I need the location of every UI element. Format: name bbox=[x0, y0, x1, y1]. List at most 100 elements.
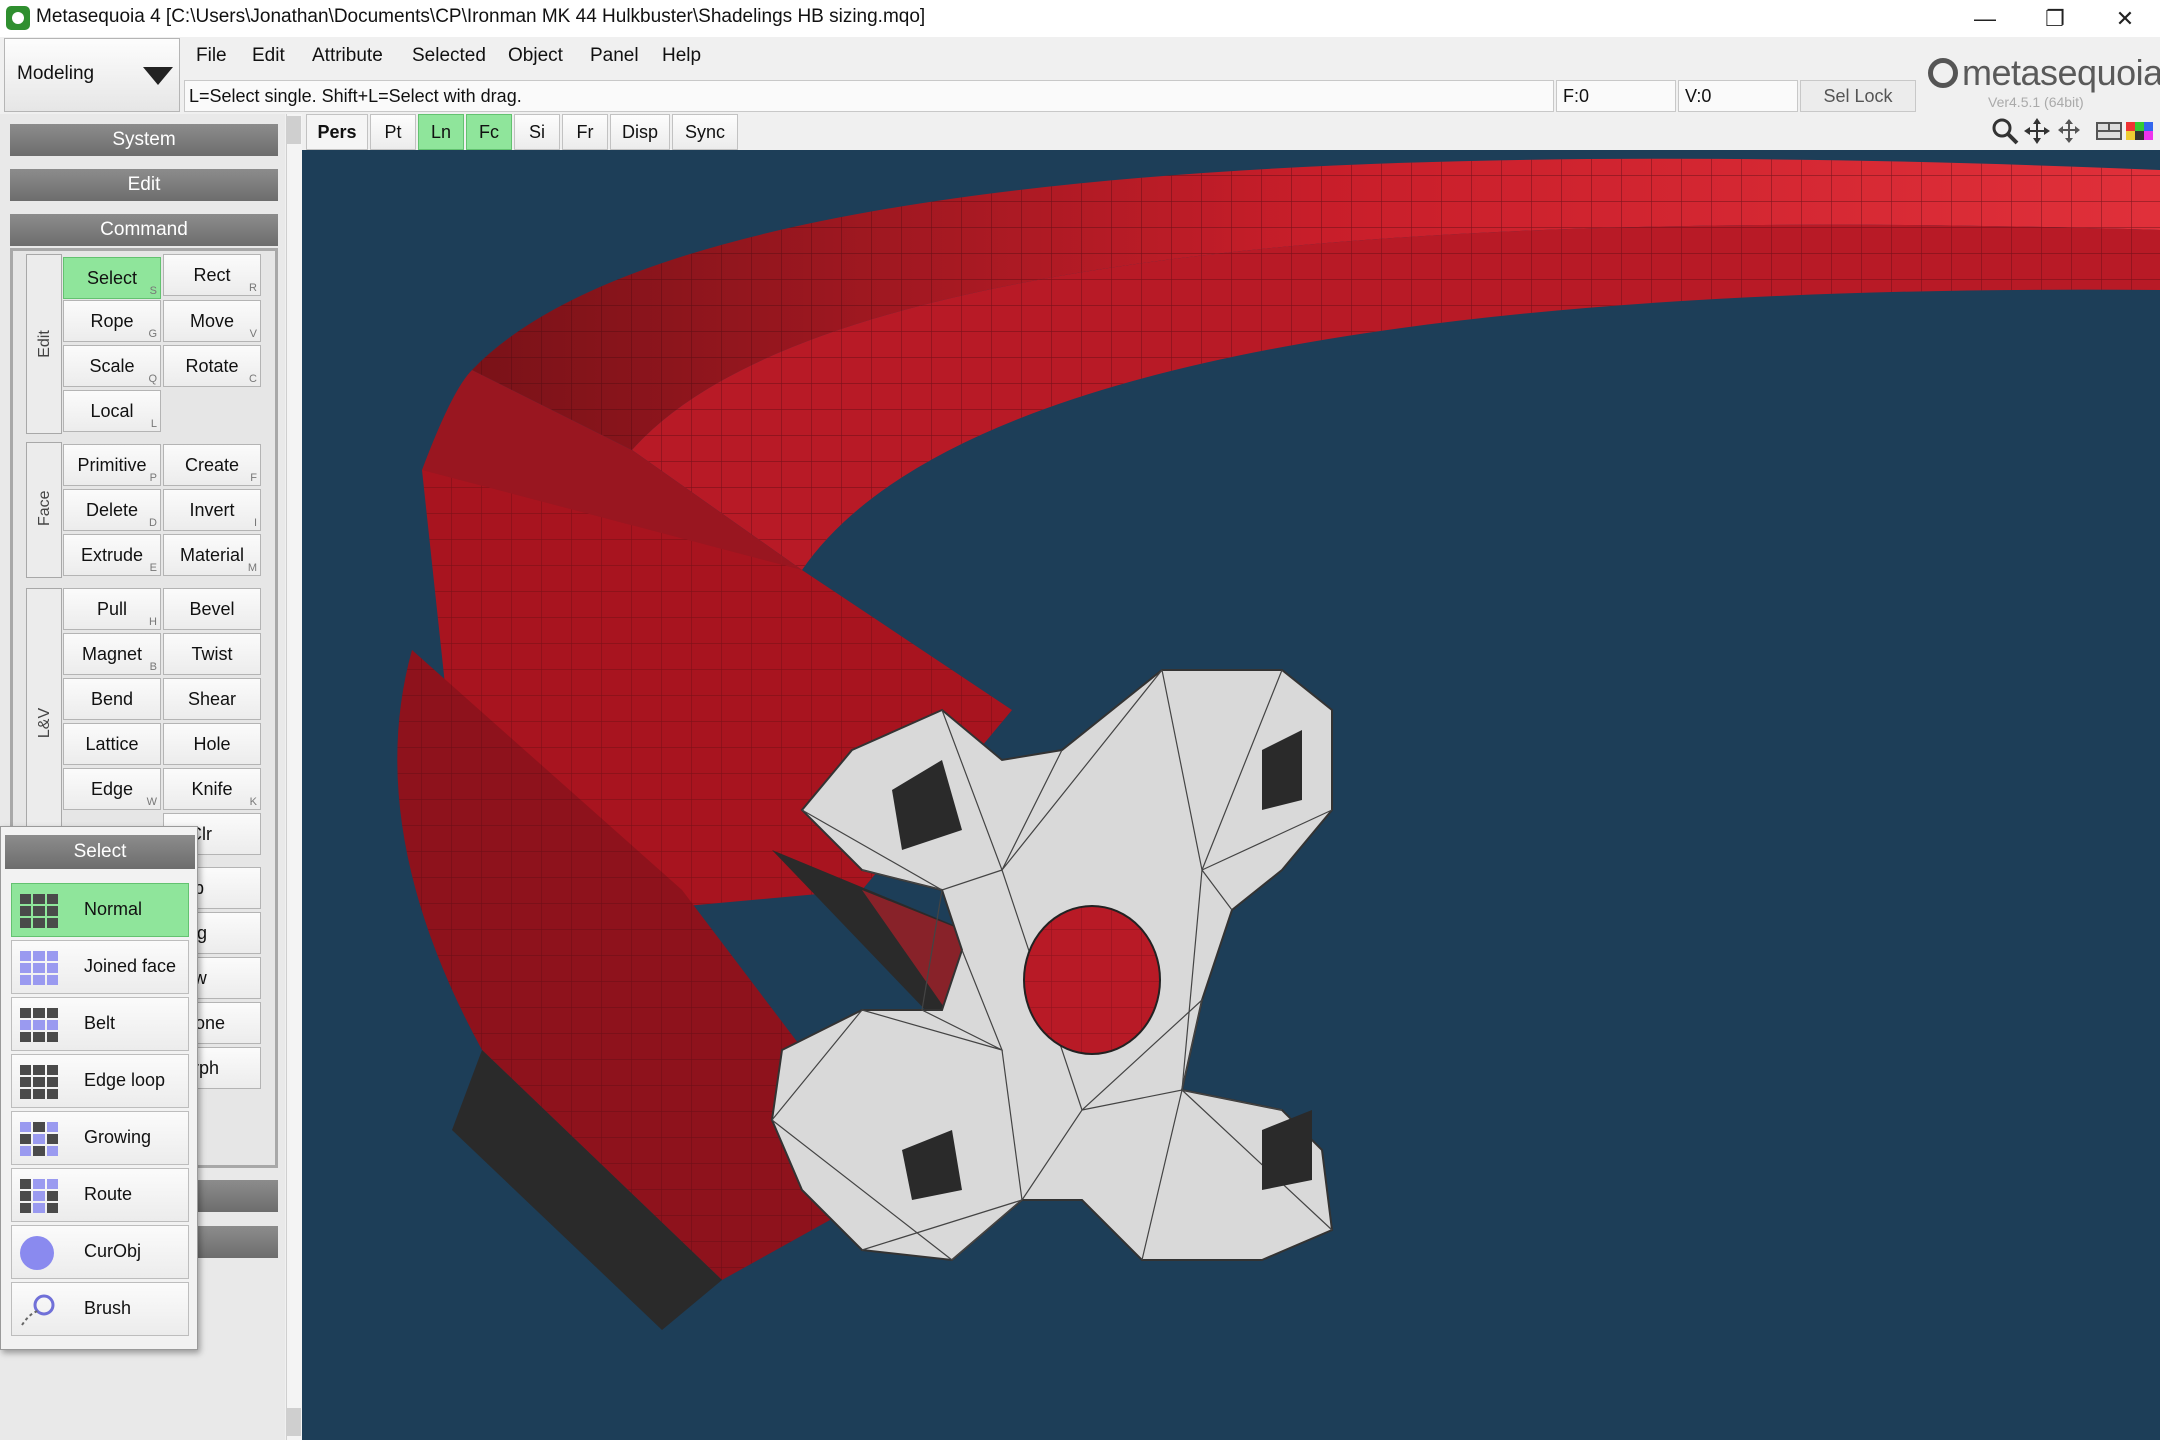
brush-icon bbox=[20, 1293, 58, 1327]
route-icon bbox=[20, 1179, 58, 1213]
mode-dropdown[interactable]: Modeling bbox=[4, 38, 180, 112]
menu-selected[interactable]: Selected bbox=[398, 38, 500, 74]
pan-icon[interactable] bbox=[2022, 116, 2052, 146]
option-label: Growing bbox=[84, 1127, 152, 1147]
select-command-button[interactable]: Select S bbox=[63, 257, 161, 299]
color-palette-icon[interactable] bbox=[2124, 116, 2156, 146]
extrude-command-button[interactable]: Extrude E bbox=[63, 534, 161, 576]
rotate-command-button[interactable]: Rotate C bbox=[163, 345, 261, 387]
growing-grid-icon bbox=[20, 1122, 58, 1156]
hotkey-label: B bbox=[149, 661, 157, 673]
window-title: Metasequoia 4 [C:\Users\Jonathan\Documen… bbox=[36, 6, 926, 27]
scroll-up-arrow-icon[interactable] bbox=[287, 116, 301, 144]
delete-command-button[interactable]: Delete D bbox=[63, 489, 161, 531]
select-joined-face-option[interactable]: Joined face bbox=[11, 940, 189, 994]
menu-object[interactable]: Object bbox=[494, 38, 577, 74]
front-toggle[interactable]: Fr bbox=[562, 114, 608, 150]
create-command-button[interactable]: Create F bbox=[163, 444, 261, 486]
command-label: Create bbox=[184, 455, 240, 475]
menu-bar: File Edit Attribute Selected Object Pane… bbox=[182, 38, 1722, 74]
option-label: Edge loop bbox=[84, 1070, 166, 1090]
select-edge-loop-option[interactable]: Edge loop bbox=[11, 1054, 189, 1108]
menu-file[interactable]: File bbox=[182, 38, 241, 74]
bend-command-button[interactable]: Bend bbox=[63, 678, 161, 720]
local-command-button[interactable]: Local L bbox=[63, 390, 161, 432]
command-label: Delete bbox=[85, 500, 139, 520]
display-button[interactable]: Disp bbox=[610, 114, 670, 150]
command-label: Pull bbox=[96, 599, 127, 619]
command-label: Invert bbox=[189, 500, 235, 520]
close-button[interactable]: ✕ bbox=[2090, 0, 2160, 37]
vertex-count: V:0 bbox=[1678, 80, 1798, 112]
command-label: Shear bbox=[187, 689, 237, 709]
select-belt-option[interactable]: Belt bbox=[11, 997, 189, 1051]
face-group: Face bbox=[26, 442, 62, 578]
menu-edit[interactable]: Edit bbox=[238, 38, 299, 74]
option-label: CurObj bbox=[84, 1241, 142, 1261]
system-section-header[interactable]: System bbox=[10, 124, 278, 156]
pull-command-button[interactable]: Pull H bbox=[63, 588, 161, 630]
edge-command-button[interactable]: Edge W bbox=[63, 768, 161, 810]
hotkey-label: L bbox=[150, 418, 157, 430]
hotkey-label: I bbox=[253, 517, 257, 529]
status-bar: L=Select single. Shift+L=Select with dra… bbox=[184, 80, 1554, 112]
perspective-toggle[interactable]: Pers bbox=[306, 114, 368, 150]
lv-group-label: L&V bbox=[36, 707, 53, 739]
hole-command-button[interactable]: Hole bbox=[163, 723, 261, 765]
lines-toggle[interactable]: Ln bbox=[418, 114, 464, 150]
mesh-render bbox=[397, 158, 2160, 1330]
current-object-icon bbox=[20, 1236, 54, 1270]
rect-command-button[interactable]: Rect R bbox=[163, 254, 261, 296]
select-brush-option[interactable]: Brush bbox=[11, 1282, 189, 1336]
command-label: Local bbox=[90, 401, 134, 421]
select-route-option[interactable]: Route bbox=[11, 1168, 189, 1222]
hotkey-label: R bbox=[249, 282, 257, 294]
sync-toggle[interactable]: Sync bbox=[672, 114, 738, 150]
face-group-label: Face bbox=[36, 490, 53, 526]
3d-viewport[interactable] bbox=[302, 150, 2160, 1440]
faces-toggle[interactable]: Fc bbox=[466, 114, 512, 150]
panel-scrollbar[interactable] bbox=[286, 114, 302, 1440]
material-command-button[interactable]: Material M bbox=[163, 534, 261, 576]
scale-command-button[interactable]: Scale Q bbox=[63, 345, 161, 387]
silhouette-toggle[interactable]: Si bbox=[514, 114, 560, 150]
option-label: Route bbox=[84, 1184, 133, 1204]
select-curobj-option[interactable]: CurObj bbox=[11, 1225, 189, 1279]
rotate-view-icon[interactable] bbox=[2054, 116, 2084, 146]
command-label: Bend bbox=[90, 689, 134, 709]
bevel-command-button[interactable]: Bevel bbox=[163, 588, 261, 630]
invert-command-button[interactable]: Invert I bbox=[163, 489, 261, 531]
select-growing-option[interactable]: Growing bbox=[11, 1111, 189, 1165]
hotkey-label: V bbox=[249, 328, 257, 340]
layout-icon[interactable] bbox=[2094, 116, 2124, 146]
belt-grid-icon bbox=[20, 1008, 58, 1042]
knife-command-button[interactable]: Knife K bbox=[163, 768, 261, 810]
menu-panel[interactable]: Panel bbox=[576, 38, 653, 74]
magnet-command-button[interactable]: Magnet B bbox=[63, 633, 161, 675]
sel-lock-button[interactable]: Sel Lock bbox=[1800, 80, 1916, 112]
lattice-command-button[interactable]: Lattice bbox=[63, 723, 161, 765]
edit-section-header[interactable]: Edit bbox=[10, 169, 278, 201]
command-label: Hole bbox=[193, 734, 231, 754]
hotkey-label: Q bbox=[148, 373, 157, 385]
restore-button[interactable]: ❐ bbox=[2020, 0, 2090, 37]
menu-help[interactable]: Help bbox=[648, 38, 715, 74]
points-toggle[interactable]: Pt bbox=[370, 114, 416, 150]
scroll-down-arrow-icon[interactable] bbox=[287, 1408, 301, 1436]
title-bar: Metasequoia 4 [C:\Users\Jonathan\Documen… bbox=[0, 0, 2160, 37]
menu-attribute[interactable]: Attribute bbox=[298, 38, 397, 74]
lv-group: L&V bbox=[26, 588, 62, 858]
select-normal-option[interactable]: Normal bbox=[11, 883, 189, 937]
zoom-icon[interactable] bbox=[1990, 116, 2020, 146]
hotkey-label: W bbox=[146, 796, 157, 808]
move-command-button[interactable]: Move V bbox=[163, 300, 261, 342]
shear-command-button[interactable]: Shear bbox=[163, 678, 261, 720]
twist-command-button[interactable]: Twist bbox=[163, 633, 261, 675]
minimize-button[interactable]: — bbox=[1950, 0, 2020, 37]
version-label: Ver4.5.1 (64bit) bbox=[1988, 94, 2084, 110]
primitive-command-button[interactable]: Primitive P bbox=[63, 444, 161, 486]
logo-icon bbox=[1928, 58, 1958, 88]
command-section-header[interactable]: Command bbox=[10, 214, 278, 246]
rope-command-button[interactable]: Rope G bbox=[63, 300, 161, 342]
hotkey-label: F bbox=[250, 472, 257, 484]
